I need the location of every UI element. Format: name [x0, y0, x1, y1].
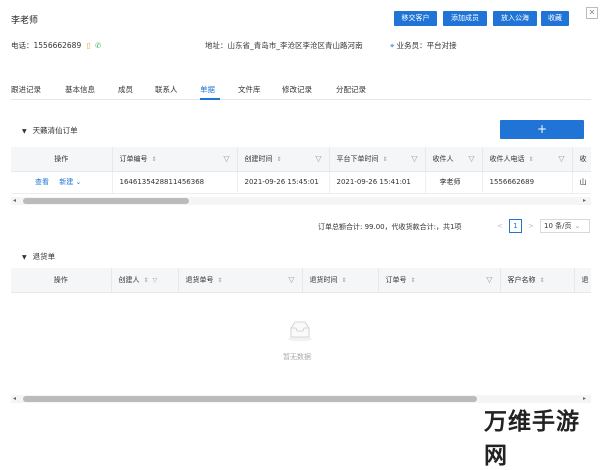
page-size-select[interactable]: 10 条/页 ⌄ [540, 219, 590, 233]
page-1-button[interactable]: 1 [509, 219, 522, 233]
tab-assign-log[interactable]: 分配记录 [336, 84, 366, 95]
filter-icon[interactable]: ▽ [411, 154, 417, 163]
copy-icon[interactable]: ▯ [87, 41, 91, 50]
salesperson-label: 业务员： [396, 41, 427, 50]
orders-horizontal-scrollbar[interactable]: ◂ ▸ [11, 197, 591, 205]
orders-title: 天籁清仙订单 [32, 126, 78, 135]
add-order-button[interactable]: + [500, 120, 584, 139]
salesperson-value: 平台对接 [426, 41, 457, 50]
col-recipient[interactable]: 收件人 ▽ [425, 147, 483, 172]
salesperson-info: ⌖ 业务员：平台对接 [390, 40, 457, 51]
scroll-thumb[interactable] [23, 396, 477, 402]
col-customer-name[interactable]: 客户名称 ⇕ [500, 268, 575, 293]
sort-icon[interactable]: ⇕ [218, 277, 223, 284]
sort-icon[interactable]: ⇕ [277, 156, 282, 163]
col-platform-time[interactable]: 平台下单时间 ⇕ ▽ [329, 147, 426, 172]
cell-recipient: 李老师 [425, 171, 483, 194]
put-in-pool-button[interactable]: 放入公海 [493, 11, 537, 26]
col-actions: 操作 [11, 268, 112, 293]
filter-icon[interactable]: ▽ [288, 275, 294, 284]
sort-icon[interactable]: ⇕ [411, 277, 416, 284]
col-return-no[interactable]: 退货单号 ⇕ ▽ [178, 268, 303, 293]
col-actions: 操作 [11, 147, 113, 172]
returns-header-row: 操作 创建人 ⇕ ▽ 退货单号 ⇕ ▽ 退货时间 ⇕ 订单号 ⇕ ▽ 客户名称 ⇕ 退 [11, 268, 591, 293]
returns-table-wrapper: 操作 创建人 ⇕ ▽ 退货单号 ⇕ ▽ 退货时间 ⇕ 订单号 ⇕ ▽ 客户名称 ⇕ 退 [11, 268, 591, 293]
next-page-button[interactable]: > [528, 222, 534, 230]
add-member-button[interactable]: 添加成员 [443, 11, 487, 26]
address-label: 地址： [205, 41, 228, 50]
orders-section-header[interactable]: ▼ 天籁清仙订单 [22, 125, 78, 136]
address-value: 山东省_青岛市_李沧区李沧区青山路河南 [227, 41, 363, 50]
table-row: 查看 新建 ⌄ 1646135428811456368 2021-09-26 1… [11, 171, 591, 194]
filter-icon[interactable]: ▽ [315, 154, 321, 163]
col-order-no[interactable]: 订单编号 ⇕ ▽ [112, 147, 238, 172]
transfer-customer-button[interactable]: 移交客户 [394, 11, 437, 26]
tab-bar: 跟进记录 基本信息 成员 联系人 单据 文件库 修改记录 分配记录 [11, 84, 591, 100]
cell-phone: 1556662689 [482, 171, 573, 194]
tab-basic-info[interactable]: 基本信息 [65, 84, 95, 95]
close-icon[interactable]: ✕ [586, 7, 598, 19]
empty-text: 暂无数据 [283, 353, 311, 361]
orders-table-wrapper: 操作 订单编号 ⇕ ▽ 创建时间 ⇕ ▽ 平台下单时间 ⇕ ▽ 收件人 ▽ 收件人电话 ⇕ ▽ 收… [11, 147, 591, 194]
view-link[interactable]: 查看 [35, 178, 49, 186]
phone-info: 电话：1556662689 ▯ ✆ [11, 40, 101, 51]
row-actions: 查看 新建 ⌄ [11, 171, 113, 194]
scroll-thumb[interactable] [23, 198, 189, 204]
col-extra: 退 [574, 268, 591, 293]
returns-section-header[interactable]: ▼ 退货单 [22, 251, 55, 262]
customer-name: 李老师 [11, 16, 39, 26]
scroll-right-icon[interactable]: ▸ [583, 395, 586, 402]
sort-icon[interactable]: ⇕ [152, 156, 157, 163]
phone-label: 电话： [11, 41, 34, 50]
scroll-left-icon[interactable]: ◂ [13, 197, 16, 204]
tab-contacts[interactable]: 联系人 [155, 84, 178, 95]
filter-icon[interactable]: ▽ [223, 154, 229, 163]
chevron-down-icon: ⌄ [574, 222, 581, 230]
prev-page-button[interactable]: < [497, 222, 503, 230]
active-tab-indicator [200, 98, 220, 100]
col-order-no[interactable]: 订单号 ⇕ ▽ [378, 268, 501, 293]
cell-extra: 山 [572, 171, 591, 194]
sort-icon[interactable]: ⇕ [144, 277, 149, 284]
orders-summary: 订单总额合计: 99.00，代收货款合计:，共1项 [318, 223, 462, 231]
sort-icon[interactable]: ⇕ [540, 277, 545, 284]
watermark-logo: 万维手游网 [484, 408, 580, 469]
sort-icon[interactable]: ⇕ [383, 156, 388, 163]
scroll-right-icon[interactable]: ▸ [583, 197, 586, 204]
col-recipient-phone[interactable]: 收件人电话 ⇕ ▽ [482, 147, 573, 172]
orders-table: 操作 订单编号 ⇕ ▽ 创建时间 ⇕ ▽ 平台下单时间 ⇕ ▽ 收件人 ▽ 收件人电话 ⇕ ▽ 收… [11, 147, 591, 194]
cell-platform-time: 2021-09-26 15:41:01 [329, 171, 426, 194]
col-return-time[interactable]: 退货时间 ⇕ [302, 268, 379, 293]
tab-documents[interactable]: 单据 [200, 84, 215, 95]
col-creator[interactable]: 创建人 ⇕ ▽ [111, 268, 179, 293]
col-extra: 收 [572, 147, 591, 172]
favorite-button[interactable]: 收藏 [541, 11, 569, 26]
filter-icon[interactable]: ▽ [486, 275, 492, 284]
returns-table: 操作 创建人 ⇕ ▽ 退货单号 ⇕ ▽ 退货时间 ⇕ 订单号 ⇕ ▽ 客户名称 ⇕ 退 [11, 268, 591, 293]
new-dropdown-link[interactable]: 新建 ⌄ [59, 178, 81, 186]
orders-header-row: 操作 订单编号 ⇕ ▽ 创建时间 ⇕ ▽ 平台下单时间 ⇕ ▽ 收件人 ▽ 收件人电话 ⇕ ▽ 收 [11, 147, 591, 172]
tab-file-library[interactable]: 文件库 [238, 84, 261, 95]
col-created[interactable]: 创建时间 ⇕ ▽ [237, 147, 330, 172]
collapse-triangle-icon[interactable]: ▼ [22, 254, 27, 261]
cell-created: 2021-09-26 15:45:01 [237, 171, 330, 194]
filter-icon[interactable]: ▽ [468, 154, 474, 163]
address-info: 地址：山东省_青岛市_李沧区李沧区青山路河南 [205, 40, 363, 51]
cell-order-no: 1646135428811456368 [112, 171, 238, 194]
chevron-down-icon: ⌄ [75, 178, 82, 186]
filter-icon[interactable]: ▽ [558, 154, 564, 163]
empty-inbox-icon [287, 320, 313, 342]
tab-follow-up[interactable]: 跟进记录 [11, 84, 41, 95]
collapse-triangle-icon[interactable]: ▼ [22, 128, 27, 135]
filter-icon[interactable]: ▽ [153, 277, 158, 284]
returns-title: 退货单 [32, 252, 56, 261]
tab-members[interactable]: 成员 [118, 84, 133, 95]
sort-icon[interactable]: ⇕ [342, 277, 347, 284]
tab-change-log[interactable]: 修改记录 [282, 84, 312, 95]
phone-value: 1556662689 [33, 41, 82, 50]
call-icon[interactable]: ✆ [95, 41, 101, 50]
sort-icon[interactable]: ⇕ [529, 156, 534, 163]
location-pin-icon: ⌖ [390, 41, 395, 50]
scroll-left-icon[interactable]: ◂ [13, 395, 16, 402]
